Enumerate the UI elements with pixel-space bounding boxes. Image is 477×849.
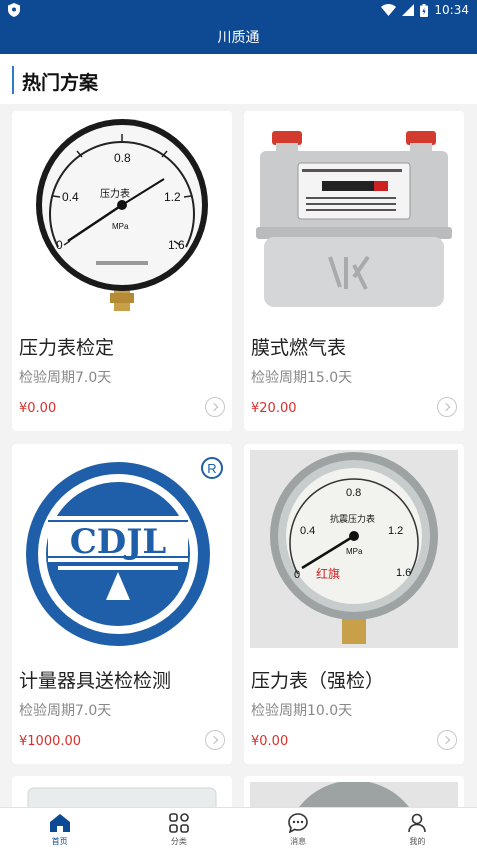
chevron-right-icon[interactable] [205, 730, 225, 750]
chevron-right-icon[interactable] [205, 397, 225, 417]
svg-text:0.4: 0.4 [300, 525, 315, 537]
home-icon [49, 814, 70, 832]
inspection-period: 检验周期10.0天 [251, 703, 353, 719]
product-price: ¥20.00 [251, 401, 297, 416]
product-card[interactable]: 膜式燃气表 检验周期15.0天 ¥20.00 [244, 111, 464, 431]
app-title: 川质通 [217, 30, 260, 46]
svg-text:1.6: 1.6 [168, 238, 185, 252]
tab-label: 我的 [409, 837, 426, 846]
signal-icon [402, 4, 415, 16]
product-card[interactable]: 0 0.4 0.8 1.2 1.6 压力表 MPa 压力表检定 检验周期7.0天… [12, 111, 232, 431]
product-name: 压力表检定 [19, 337, 115, 359]
section-accent-bar [12, 66, 14, 94]
chevron-right-icon[interactable] [437, 730, 457, 750]
wifi-icon [381, 4, 397, 16]
inspection-period: 检验周期7.0天 [19, 703, 112, 719]
svg-text:1.6: 1.6 [396, 567, 411, 579]
svg-text:0.4: 0.4 [62, 190, 79, 204]
tab-label: 分类 [170, 837, 187, 846]
tab-home[interactable]: 首页 [0, 808, 119, 849]
battery-icon [420, 3, 429, 17]
product-card[interactable] [244, 776, 464, 807]
tab-label: 首页 [51, 837, 68, 846]
svg-text:抗震压力表: 抗震压力表 [330, 513, 375, 525]
tab-messages[interactable]: 消息 [239, 808, 358, 849]
product-image-partial [18, 782, 226, 807]
category-icon [169, 813, 189, 833]
svg-text:1.2: 1.2 [164, 190, 181, 204]
svg-text:红旗: 红旗 [316, 566, 340, 581]
tab-profile[interactable]: 我的 [358, 808, 477, 849]
app-bar: 10:34 川质通 [0, 0, 477, 54]
section-header: 热门方案 [0, 54, 477, 104]
user-icon [408, 813, 427, 833]
gas-meter-image [250, 117, 458, 315]
product-price: ¥0.00 [251, 734, 289, 749]
inspection-period: 检验周期15.0天 [251, 370, 353, 386]
svg-text:0: 0 [56, 238, 63, 252]
tab-category[interactable]: 分类 [119, 808, 238, 849]
logo-text: CDJL [70, 522, 167, 562]
product-price: ¥0.00 [19, 401, 57, 416]
product-card[interactable] [12, 776, 232, 807]
bottom-tab-bar: 首页 分类 消息 我的 [0, 807, 477, 849]
svg-text:0.8: 0.8 [346, 487, 361, 499]
product-name: 计量器具送检检测 [19, 670, 172, 692]
product-name: 压力表（强检） [251, 670, 385, 692]
svg-text:0: 0 [294, 569, 300, 581]
product-grid[interactable]: 0 0.4 0.8 1.2 1.6 压力表 MPa 压力表检定 检验周期7.0天… [0, 104, 477, 807]
status-time: 10:34 [434, 3, 469, 17]
shield-icon [8, 3, 20, 17]
svg-text:MPa: MPa [346, 547, 363, 556]
svg-text:压力表: 压力表 [100, 187, 130, 200]
status-bar: 10:34 [0, 0, 477, 22]
product-name: 膜式燃气表 [251, 337, 347, 359]
inspection-period: 检验周期7.0天 [19, 370, 112, 386]
product-card[interactable]: CDJL R 计量器具送检检测 检验周期7.0天 ¥1000.00 [12, 444, 232, 764]
pressure-gauge-image: 0 0.4 0.8 1.2 1.6 压力表 MPa [18, 117, 226, 315]
product-image-partial [250, 782, 458, 807]
section-title: 热门方案 [22, 72, 99, 94]
chevron-right-icon[interactable] [437, 397, 457, 417]
svg-text:R: R [207, 461, 216, 476]
product-price: ¥1000.00 [19, 734, 82, 749]
svg-text:0.8: 0.8 [114, 151, 131, 165]
pressure-gauge-image: 0 0.4 0.8 1.2 1.6 抗震压力表 MPa 红旗 [250, 450, 458, 648]
tab-label: 消息 [290, 837, 307, 846]
message-icon [288, 813, 308, 833]
cdjl-logo-image: CDJL R [18, 450, 226, 648]
svg-text:MPa: MPa [112, 222, 129, 231]
svg-text:1.2: 1.2 [388, 525, 403, 537]
product-card[interactable]: 0 0.4 0.8 1.2 1.6 抗震压力表 MPa 红旗 压力表（强检） 检… [244, 444, 464, 764]
